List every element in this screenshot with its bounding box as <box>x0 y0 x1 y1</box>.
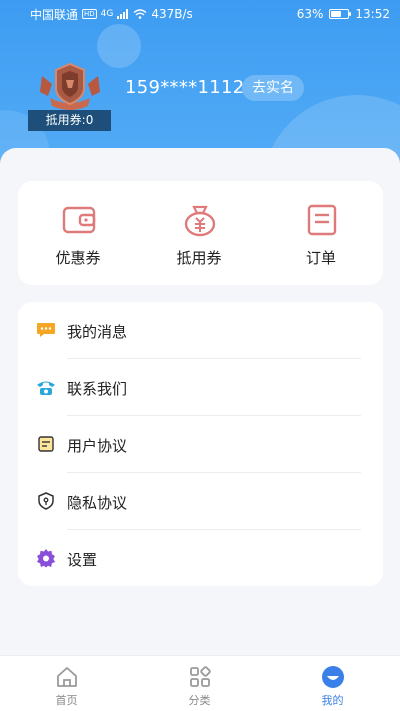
menu-item-label: 用户协议 <box>67 437 128 455</box>
tab-home[interactable]: 首页 <box>0 656 133 711</box>
profile-header: 抵用券:0 159****1112 去实名 <box>28 60 388 135</box>
tab-label: 分类 <box>188 694 211 707</box>
verify-realname-button[interactable]: 去实名 <box>242 75 304 101</box>
shortcut-voucher[interactable]: 抵用券 <box>139 181 259 285</box>
menu-item-user-agreement[interactable]: 用户协议 <box>18 416 383 473</box>
money-bag-icon <box>184 205 216 237</box>
tab-label: 我的 <box>321 694 344 707</box>
net-speed: 437B/s <box>151 7 193 21</box>
shortcut-order[interactable]: 订单 <box>261 181 381 285</box>
wifi-icon <box>133 9 147 19</box>
grid-icon <box>190 666 211 687</box>
wallet-icon <box>62 206 96 234</box>
menu-card: 我的消息 联系我们 用户协议 隐私协议 设置 <box>18 302 383 586</box>
avatar[interactable]: 抵用券:0 <box>28 60 112 132</box>
shortcut-label: 订单 <box>305 249 336 267</box>
user-icon <box>322 666 344 688</box>
home-icon <box>57 667 77 687</box>
main-content: 优惠券 抵用券 订单 我的消息 联系我们 用户协议 隐私协议 设置 <box>0 148 400 655</box>
shortcut-label: 优惠券 <box>55 249 101 267</box>
menu-item-privacy[interactable]: 隐私协议 <box>18 473 383 530</box>
carrier-label: 中国联通 <box>30 7 79 22</box>
status-bar: 中国联通 HD 4G 437B/s 63% 13:52 <box>0 0 400 28</box>
menu-item-messages[interactable]: 我的消息 <box>18 302 383 359</box>
order-icon <box>307 204 337 236</box>
medal-badge-icon <box>40 62 100 110</box>
message-icon <box>37 323 55 337</box>
gear-icon <box>37 549 55 568</box>
menu-item-label: 联系我们 <box>67 380 128 398</box>
tab-label: 首页 <box>55 694 78 707</box>
shortcut-label: 抵用券 <box>176 249 222 267</box>
menu-item-label: 隐私协议 <box>67 494 128 512</box>
clock: 13:52 <box>355 7 390 21</box>
shield-icon <box>38 492 54 510</box>
signal-label: 4G <box>100 9 114 19</box>
shortcut-coupon[interactable]: 优惠券 <box>18 181 138 285</box>
battery-percent: 63% <box>296 7 324 21</box>
shortcut-card: 优惠券 抵用券 订单 <box>18 181 383 285</box>
signal-icon <box>117 9 129 19</box>
voucher-count-tag: 抵用券:0 <box>28 110 111 131</box>
battery-fill <box>331 11 342 17</box>
menu-item-settings[interactable]: 设置 <box>18 530 383 587</box>
menu-item-label: 设置 <box>67 551 98 569</box>
phone-icon <box>37 381 55 395</box>
tab-category[interactable]: 分类 <box>133 656 266 711</box>
bottom-tab-bar: 首页 分类 我的 <box>0 655 400 711</box>
battery-icon <box>329 9 352 19</box>
menu-item-contact[interactable]: 联系我们 <box>18 359 383 416</box>
hd-badge: HD <box>82 9 97 19</box>
note-icon <box>38 436 54 452</box>
tab-mine[interactable]: 我的 <box>266 656 399 711</box>
menu-item-label: 我的消息 <box>67 323 128 341</box>
user-phone: 159****1112 <box>125 77 245 98</box>
